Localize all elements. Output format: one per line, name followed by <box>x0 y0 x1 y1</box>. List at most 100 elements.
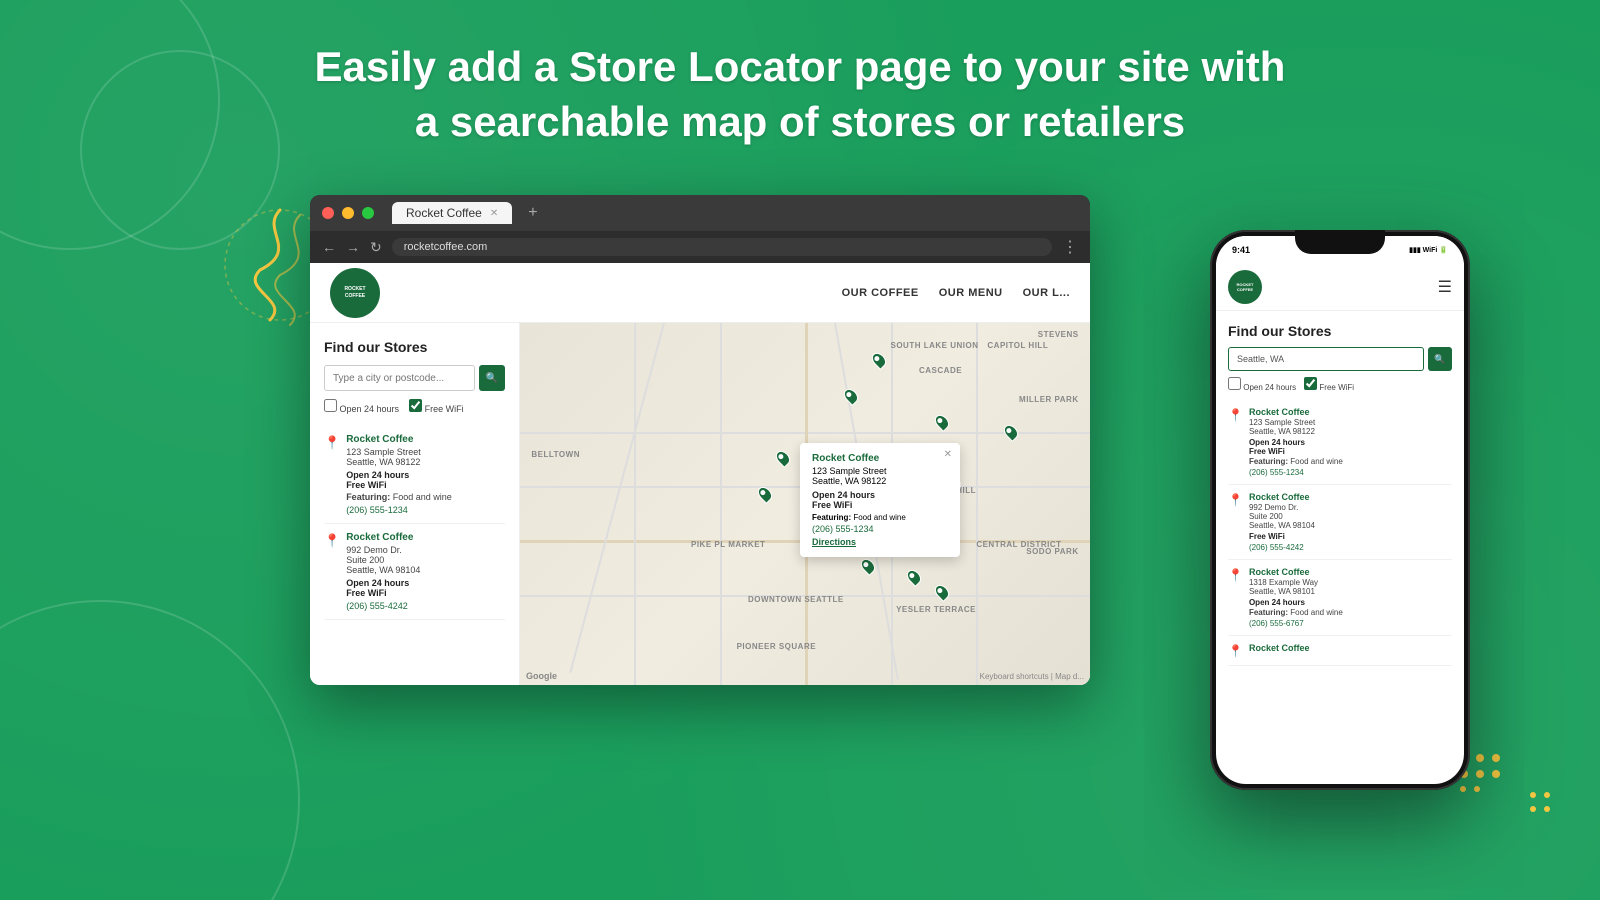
phone-store-pin-icon: 📍 <box>1228 493 1243 552</box>
phone-filter-open24[interactable]: Open 24 hours <box>1228 377 1296 392</box>
website-main: Find our Stores 🔍 Open 24 hours Free WiF… <box>310 323 1090 685</box>
phone-store-item: 📍 Rocket Coffee 992 Demo Dr. Suite 200 S… <box>1228 485 1452 560</box>
map-label: SOUTH LAKE UNION <box>891 341 979 350</box>
phone-logo: ROCKETCOFFEE <box>1228 270 1262 304</box>
store-address: 992 Demo Dr. <box>346 545 420 555</box>
browser-new-tab[interactable]: + <box>528 204 537 222</box>
browser-addressbar: ← → ↻ rocketcoffee.com ⋮ <box>310 231 1090 263</box>
deco-circle-3 <box>0 600 300 900</box>
map-popup-tag-open24: Open 24 hours <box>812 490 875 500</box>
browser-minimize-btn[interactable] <box>342 207 354 219</box>
store-featuring: Featuring: Food and wine <box>346 492 452 502</box>
store-address2: Suite 200 <box>346 555 420 565</box>
phone-store-address: 1318 Example Way <box>1249 578 1343 587</box>
filter-open24[interactable]: Open 24 hours <box>324 399 399 414</box>
browser-forward-btn[interactable]: → <box>346 239 360 255</box>
phone-store-featuring: Featuring: Food and wine <box>1249 608 1343 617</box>
site-logo: ROCKETCOFFEE <box>330 268 380 318</box>
map-popup-city: Seattle, WA 98122 <box>812 476 948 486</box>
phone-store-address: 992 Demo Dr. <box>1249 503 1315 512</box>
store-search-btn[interactable]: 🔍 <box>479 365 505 391</box>
dot <box>1530 792 1536 798</box>
browser-tab[interactable]: Rocket Coffee ✕ <box>392 202 512 224</box>
store-name[interactable]: Rocket Coffee <box>346 532 420 543</box>
phone-screen: 9:41 ▮▮▮ WiFi 🔋 ROCKETCOFFEE ☰ Find our … <box>1216 236 1464 784</box>
browser-tab-close[interactable]: ✕ <box>490 208 498 219</box>
browser-menu-btn[interactable]: ⋮ <box>1062 237 1078 257</box>
store-search-input[interactable] <box>324 365 475 391</box>
phone-store-name[interactable]: Rocket Coffee <box>1249 643 1310 653</box>
website-content: ROCKETCOFFEE OUR COFFEE OUR MENU OUR L..… <box>310 263 1090 685</box>
nav-our-locations[interactable]: OUR L... <box>1023 287 1070 299</box>
store-list-panel: Find our Stores 🔍 Open 24 hours Free WiF… <box>310 323 520 685</box>
phone-store-details: Rocket Coffee <box>1249 643 1310 658</box>
phone-signal: ▮▮▮ WiFi 🔋 <box>1409 246 1448 254</box>
dot <box>1530 806 1536 812</box>
nav-our-coffee[interactable]: OUR COFFEE <box>842 287 919 299</box>
filter-wifi[interactable]: Free WiFi <box>409 399 464 414</box>
map-label: STEVENS <box>1038 330 1079 339</box>
dot <box>1460 786 1466 792</box>
map-popup-directions[interactable]: Directions <box>812 537 948 547</box>
phone-search-input[interactable] <box>1228 347 1424 371</box>
store-phone[interactable]: (206) 555-4242 <box>346 601 420 611</box>
browser-titlebar: Rocket Coffee ✕ + <box>310 195 1090 231</box>
phone-store-phone[interactable]: (206) 555-1234 <box>1249 468 1343 477</box>
phone-store-address2: Suite 200 <box>1249 512 1315 521</box>
store-tag-wifi: Free WiFi <box>346 480 386 490</box>
filter-wifi-checkbox[interactable] <box>409 399 422 412</box>
map-popup: ✕ Rocket Coffee 123 Sample Street Seattl… <box>800 443 960 557</box>
dot <box>1544 806 1550 812</box>
filter-open24-checkbox[interactable] <box>324 399 337 412</box>
browser-maximize-btn[interactable] <box>362 207 374 219</box>
browser-refresh-btn[interactable]: ↻ <box>370 239 382 256</box>
map-popup-tag-wifi: Free WiFi <box>812 500 852 510</box>
dot <box>1476 770 1484 778</box>
store-phone[interactable]: (206) 555-1234 <box>346 505 452 515</box>
store-address: 123 Sample Street <box>346 447 452 457</box>
phone-store-name[interactable]: Rocket Coffee <box>1249 407 1343 417</box>
nav-links: OUR COFFEE OUR MENU OUR L... <box>842 287 1070 299</box>
map-label: YESLER TERRACE <box>896 605 976 614</box>
map-panel[interactable]: SOUTH LAKE UNION CAPITOL HILL STEVENS CA… <box>520 323 1090 685</box>
background: Easily add a Store Locator page to your … <box>0 0 1600 900</box>
phone-content: Find our Stores 🔍 Open 24 hours Free WiF… <box>1216 311 1464 769</box>
phone-store-phone[interactable]: (206) 555-4242 <box>1249 543 1315 552</box>
phone-nav: ROCKETCOFFEE ☰ <box>1216 264 1464 311</box>
phone-store-details: Rocket Coffee 1318 Example Way Seattle, … <box>1249 567 1343 628</box>
browser-back-btn[interactable]: ← <box>322 239 336 255</box>
store-details: Rocket Coffee 992 Demo Dr. Suite 200 Sea… <box>346 532 420 611</box>
phone-menu-btn[interactable]: ☰ <box>1438 277 1452 297</box>
phone-store-phone[interactable]: (206) 555-6767 <box>1249 619 1343 628</box>
phone-store-city: Seattle, WA 98101 <box>1249 587 1343 596</box>
store-city: Seattle, WA 98104 <box>346 565 420 575</box>
browser-url-input[interactable]: rocketcoffee.com <box>392 238 1052 256</box>
phone-search-row: 🔍 <box>1228 347 1452 371</box>
phone-store-tag-open24: Open 24 hours <box>1249 598 1305 607</box>
phone-store-address: 123 Sample Street <box>1249 418 1343 427</box>
phone-store-name[interactable]: Rocket Coffee <box>1249 492 1315 502</box>
phone-filter-row: Open 24 hours Free WiFi <box>1228 377 1452 392</box>
map-popup-phone[interactable]: (206) 555-1234 <box>812 524 948 534</box>
store-pin-icon: 📍 <box>324 533 340 611</box>
store-name[interactable]: Rocket Coffee <box>346 434 452 445</box>
search-box-row: 🔍 <box>324 365 505 391</box>
phone-search-btn[interactable]: 🔍 <box>1428 347 1452 371</box>
nav-our-menu[interactable]: OUR MENU <box>939 287 1003 299</box>
map-popup-close-btn[interactable]: ✕ <box>944 449 952 460</box>
store-city: Seattle, WA 98122 <box>346 457 452 467</box>
map-label: MILLER PARK <box>1019 395 1079 404</box>
phone-notch <box>1295 230 1385 254</box>
store-pin-icon: 📍 <box>324 435 340 515</box>
phone-store-city: Seattle, WA 98104 <box>1249 521 1315 530</box>
phone-store-tag-open24: Open 24 hours <box>1249 438 1305 447</box>
phone-filter-open24-checkbox[interactable] <box>1228 377 1241 390</box>
browser-close-btn[interactable] <box>322 207 334 219</box>
phone-filter-wifi[interactable]: Free WiFi <box>1304 377 1354 392</box>
dot <box>1492 754 1500 762</box>
phone-filter-wifi-checkbox[interactable] <box>1304 377 1317 390</box>
phone-time: 9:41 <box>1232 245 1250 255</box>
headline: Easily add a Store Locator page to your … <box>0 40 1600 149</box>
phone-store-item: 📍 Rocket Coffee 123 Sample Street Seattl… <box>1228 400 1452 485</box>
phone-store-name[interactable]: Rocket Coffee <box>1249 567 1343 577</box>
